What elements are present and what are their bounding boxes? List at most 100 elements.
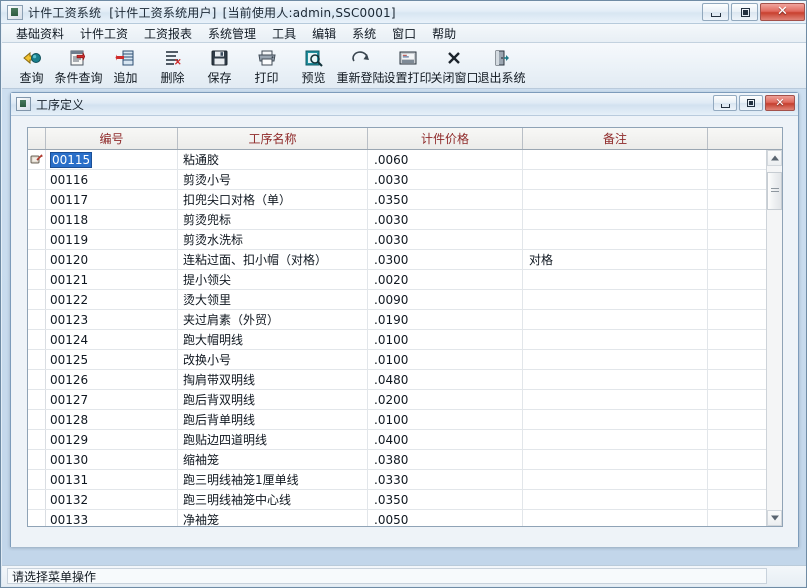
menu-item-tools[interactable]: 工具 — [264, 23, 304, 44]
table-row[interactable]: 00125 改换小号 .0100 — [28, 350, 766, 370]
toolbar-button-preview[interactable]: 预览 — [290, 44, 337, 88]
table-row[interactable]: 00126 掏肩带双明线 .0480 — [28, 370, 766, 390]
row-gutter[interactable] — [28, 150, 46, 169]
minimize-button[interactable] — [702, 3, 729, 21]
table-row[interactable]: 00120 连粘过面、扣小帽（对格） .0300 对格 — [28, 250, 766, 270]
cell-memo[interactable] — [523, 430, 708, 449]
menu-item-system-manage[interactable]: 系统管理 — [200, 23, 264, 44]
cell-code[interactable]: 00116 — [46, 170, 178, 189]
cell-price[interactable]: .0350 — [368, 490, 523, 509]
cell-memo[interactable] — [523, 290, 708, 309]
cell-name[interactable]: 扣兜尖口对格（单） — [178, 190, 368, 209]
table-row[interactable]: 00133 净袖笼 .0050 — [28, 510, 766, 526]
toolbar-button-append[interactable]: 追加 — [102, 44, 149, 88]
table-row[interactable]: 00127 跑后背双明线 .0200 — [28, 390, 766, 410]
cell-price[interactable]: .0350 — [368, 190, 523, 209]
cell-memo[interactable] — [523, 450, 708, 469]
row-gutter[interactable] — [28, 390, 46, 409]
grid-vertical-scrollbar[interactable] — [766, 150, 782, 526]
cell-name[interactable]: 提小领尖 — [178, 270, 368, 289]
cell-price[interactable]: .0030 — [368, 170, 523, 189]
toolbar-button-query[interactable]: 查询 — [8, 44, 55, 88]
cell-memo[interactable] — [523, 510, 708, 526]
cell-name[interactable]: 夹过肩素（外贸） — [178, 310, 368, 329]
table-row[interactable]: 00117 扣兜尖口对格（单） .0350 — [28, 190, 766, 210]
cell-memo[interactable] — [523, 330, 708, 349]
toolbar-button-relogin[interactable]: 重新登陆 — [337, 44, 385, 88]
cell-name[interactable]: 跑后背双明线 — [178, 390, 368, 409]
cell-price[interactable]: .0200 — [368, 390, 523, 409]
cell-code[interactable]: 00132 — [46, 490, 178, 509]
cell-price[interactable]: .0030 — [368, 230, 523, 249]
cell-name[interactable]: 跑大帽明线 — [178, 330, 368, 349]
row-gutter[interactable] — [28, 270, 46, 289]
row-gutter[interactable] — [28, 350, 46, 369]
cell-name[interactable]: 跑后背单明线 — [178, 410, 368, 429]
cell-code[interactable]: 00128 — [46, 410, 178, 429]
cell-price[interactable]: .0100 — [368, 330, 523, 349]
cell-name[interactable]: 缩袖笼 — [178, 450, 368, 469]
column-header-price[interactable]: 计件价格 — [368, 128, 523, 149]
cell-code[interactable]: 00124 — [46, 330, 178, 349]
cell-name[interactable]: 跑贴边四道明线 — [178, 430, 368, 449]
cell-price[interactable]: .0330 — [368, 470, 523, 489]
column-header-memo[interactable]: 备注 — [523, 128, 708, 149]
cell-code[interactable]: 00126 — [46, 370, 178, 389]
cell-code[interactable]: 00122 — [46, 290, 178, 309]
row-gutter[interactable] — [28, 250, 46, 269]
toolbar-button-print[interactable]: 打印 — [243, 44, 290, 88]
toolbar-button-save[interactable]: 保存 — [196, 44, 243, 88]
cell-memo[interactable] — [523, 370, 708, 389]
scroll-up-button[interactable] — [767, 150, 782, 166]
cell-price[interactable]: .0020 — [368, 270, 523, 289]
cell-price[interactable]: .0090 — [368, 290, 523, 309]
cell-memo[interactable] — [523, 490, 708, 509]
row-gutter[interactable] — [28, 190, 46, 209]
table-row[interactable]: 00128 跑后背单明线 .0100 — [28, 410, 766, 430]
cell-code[interactable]: 00117 — [46, 190, 178, 209]
cell-memo[interactable] — [523, 390, 708, 409]
cell-price[interactable]: .0190 — [368, 310, 523, 329]
menu-item-piece-wage[interactable]: 计件工资 — [72, 23, 136, 44]
table-row[interactable]: 00132 跑三明线袖笼中心线 .0350 — [28, 490, 766, 510]
cell-memo[interactable] — [523, 190, 708, 209]
table-row[interactable]: 00124 跑大帽明线 .0100 — [28, 330, 766, 350]
row-gutter[interactable] — [28, 410, 46, 429]
cell-code[interactable]: 00131 — [46, 470, 178, 489]
cell-name[interactable]: 改换小号 — [178, 350, 368, 369]
cell-memo[interactable] — [523, 270, 708, 289]
row-gutter[interactable] — [28, 170, 46, 189]
row-gutter[interactable] — [28, 230, 46, 249]
toolbar-button-delete[interactable]: ✕ 删除 — [149, 44, 196, 88]
toolbar-button-exit-system[interactable]: 退出系统 — [478, 44, 526, 88]
cell-name[interactable]: 掏肩带双明线 — [178, 370, 368, 389]
cell-memo[interactable] — [523, 170, 708, 189]
toolbar-button-conditional-query[interactable]: 条件查询 — [55, 44, 103, 88]
cell-memo[interactable] — [523, 210, 708, 229]
scrollbar-thumb[interactable] — [767, 172, 782, 210]
menu-item-window[interactable]: 窗口 — [384, 23, 424, 44]
menu-item-help[interactable]: 帮助 — [424, 23, 464, 44]
row-gutter[interactable] — [28, 490, 46, 509]
table-row[interactable]: 00119 剪烫水洗标 .0030 — [28, 230, 766, 250]
cell-name[interactable]: 连粘过面、扣小帽（对格） — [178, 250, 368, 269]
table-row[interactable]: 00116 剪烫小号 .0030 — [28, 170, 766, 190]
cell-code[interactable]: 00119 — [46, 230, 178, 249]
cell-price[interactable]: .0400 — [368, 430, 523, 449]
cell-code[interactable]: 00123 — [46, 310, 178, 329]
cell-price[interactable]: .0030 — [368, 210, 523, 229]
row-gutter[interactable] — [28, 370, 46, 389]
child-minimize-button[interactable] — [713, 95, 737, 111]
cell-price[interactable]: .0100 — [368, 410, 523, 429]
cell-price[interactable]: .0100 — [368, 350, 523, 369]
cell-price[interactable]: .0060 — [368, 150, 523, 169]
row-gutter[interactable] — [28, 430, 46, 449]
cell-name[interactable]: 净袖笼 — [178, 510, 368, 526]
cell-code[interactable]: 00118 — [46, 210, 178, 229]
table-row[interactable]: 00118 剪烫兜标 .0030 — [28, 210, 766, 230]
maximize-button[interactable] — [731, 3, 758, 21]
cell-name[interactable]: 粘通胶 — [178, 150, 368, 169]
menu-item-wage-report[interactable]: 工资报表 — [136, 23, 200, 44]
row-gutter[interactable] — [28, 450, 46, 469]
row-gutter[interactable] — [28, 290, 46, 309]
